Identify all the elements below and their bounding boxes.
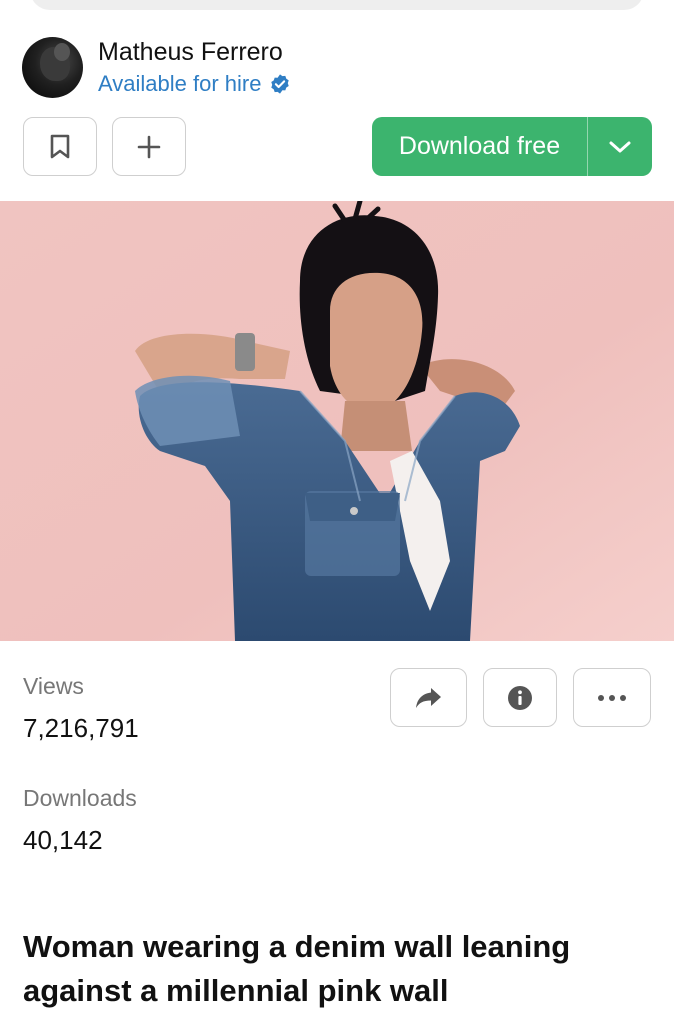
more-options-button[interactable] — [573, 668, 651, 727]
info-button[interactable] — [483, 668, 557, 727]
hire-status-text[interactable]: Available for hire — [98, 70, 261, 98]
photo-title: Woman wearing a denim wall leaning again… — [23, 929, 571, 1008]
avatar-shape-2 — [54, 43, 70, 61]
search-bar[interactable] — [30, 0, 644, 10]
bookmark-button[interactable] — [23, 117, 97, 176]
plus-icon — [137, 135, 161, 158]
avatar[interactable] — [22, 37, 83, 98]
main-photo[interactable] — [0, 201, 674, 641]
verified-check-icon — [269, 73, 291, 95]
hire-status: Available for hire — [98, 70, 291, 98]
photo-illustration — [0, 201, 674, 641]
author-info: Matheus Ferrero Available for hire — [98, 37, 291, 98]
download-group: Download free — [372, 117, 652, 176]
downloads-label: Downloads — [23, 785, 137, 811]
share-arrow-icon — [415, 687, 441, 708]
views-value: 7,216,791 — [23, 713, 139, 743]
photo-detail-page: Matheus Ferrero Available for hire Downl… — [0, 0, 674, 1024]
info-icon — [508, 685, 532, 710]
more-dots-icon — [598, 694, 626, 701]
share-button[interactable] — [390, 668, 467, 727]
chevron-down-icon — [609, 141, 631, 152]
downloads-value: 40,142 — [23, 825, 103, 855]
download-options-button[interactable] — [588, 117, 652, 176]
download-free-button[interactable]: Download free — [372, 117, 587, 176]
bookmark-icon — [50, 134, 70, 158]
views-label: Views — [23, 673, 84, 699]
author-name[interactable]: Matheus Ferrero — [98, 37, 291, 68]
author-header[interactable]: Matheus Ferrero Available for hire — [22, 37, 291, 98]
add-to-collection-button[interactable] — [112, 117, 186, 176]
